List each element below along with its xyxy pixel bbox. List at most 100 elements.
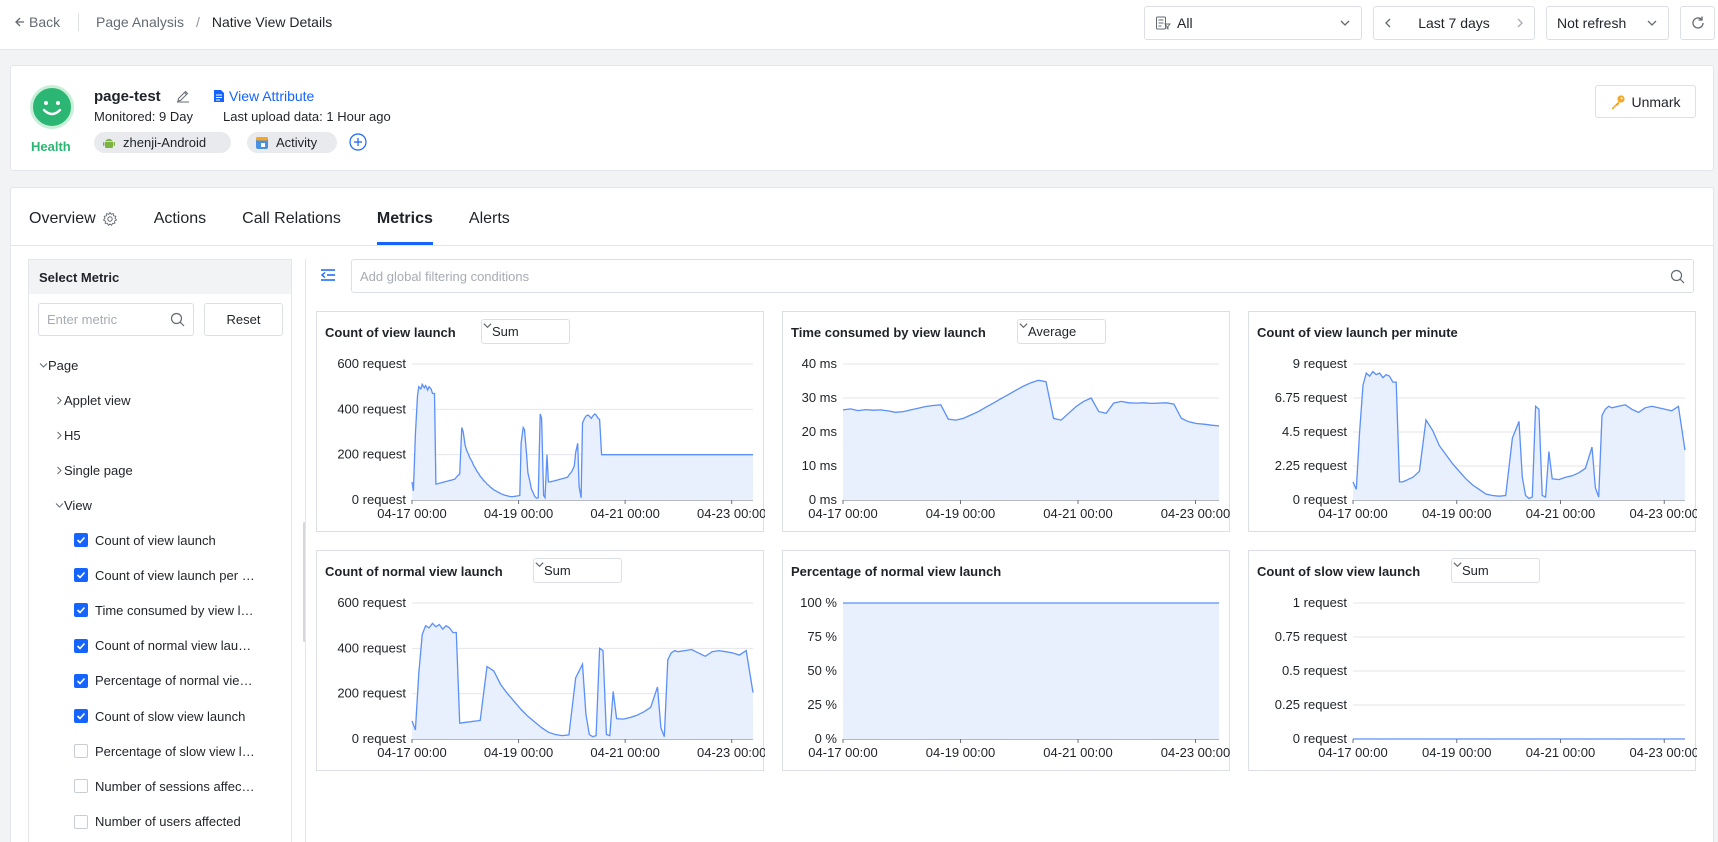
filter-list-icon <box>1156 16 1171 30</box>
reload-button[interactable] <box>1680 6 1715 40</box>
search-icon[interactable] <box>170 312 185 327</box>
view-attribute-label: View Attribute <box>229 88 315 104</box>
tree-node-page[interactable]: Page <box>39 355 78 375</box>
x-tick-label: 04-23 00:00 <box>1630 506 1697 521</box>
x-tick-label: 04-17 00:00 <box>808 745 877 760</box>
refresh-icon <box>1691 16 1704 29</box>
tab-call-relations[interactable]: Call Relations <box>242 210 341 240</box>
chevron-left-icon[interactable] <box>1382 17 1394 29</box>
metric-checkbox[interactable] <box>74 568 88 583</box>
metric-item-label: Count of normal view launch <box>95 638 257 654</box>
check-icon <box>76 536 86 544</box>
y-tick-label: 9 request <box>1293 356 1348 371</box>
metric-item[interactable]: Number of sessions affected <box>74 776 257 796</box>
tree-node-view[interactable]: View <box>55 495 92 515</box>
x-tick-label: 04-19 00:00 <box>1422 745 1491 760</box>
panel-divider <box>305 259 306 842</box>
reset-button[interactable]: Reset <box>204 303 283 336</box>
tab-actions[interactable]: Actions <box>154 210 206 240</box>
tree-node-applet-view[interactable]: Applet view <box>55 390 130 410</box>
metric-item[interactable]: Count of view launch per minute <box>74 565 257 585</box>
tab-bar: Overview Actions Call Relations Metrics … <box>29 210 546 245</box>
y-tick-label: 75 % <box>807 629 837 644</box>
breadcrumb-page-analysis[interactable]: Page Analysis <box>96 14 184 30</box>
metric-checkbox[interactable] <box>74 533 88 547</box>
unmark-button[interactable]: Unmark <box>1595 85 1696 118</box>
metric-checkbox[interactable] <box>74 709 88 723</box>
metric-item-label: Number of sessions affected <box>95 778 257 794</box>
tab-metrics[interactable]: Metrics <box>376 210 433 245</box>
chart-plot[interactable]: 600 request 400 request 200 request 0 reque… <box>317 312 765 533</box>
chevron-right-icon[interactable] <box>1514 17 1526 29</box>
y-tick-label: 600 request <box>337 356 406 371</box>
tab-call-relations-label: Call Relations <box>242 210 341 227</box>
tree-node-single-page[interactable]: Single page <box>55 460 133 480</box>
chart-plot[interactable]: 600 request 400 request 200 request 0 reque… <box>317 551 765 772</box>
series-area <box>412 623 753 739</box>
tree-node-h5[interactable]: H5 <box>55 425 81 445</box>
tag-android: zhenji-Android <box>94 132 231 153</box>
time-range-picker[interactable]: Last 7 days <box>1373 6 1535 40</box>
y-tick-label: 2.25 request <box>1275 458 1348 473</box>
metric-checkbox[interactable] <box>74 744 88 759</box>
x-tick-label: 04-23 00:00 <box>1161 506 1230 521</box>
x-tick-label: 04-23 00:00 <box>697 745 765 760</box>
metric-checkbox[interactable] <box>74 638 88 653</box>
x-tick-label: 04-17 00:00 <box>377 745 446 760</box>
breadcrumb-current: Native View Details <box>211 14 333 30</box>
tag-activity-label: Activity <box>276 135 318 150</box>
metric-item[interactable]: Count of normal view launch <box>74 636 257 656</box>
metric-item[interactable]: Percentage of slow view launch <box>74 741 257 761</box>
page-name: page-test <box>94 88 161 105</box>
environment-value: All <box>1177 15 1193 31</box>
chart-card-normal-view-launch-count: Count of normal view launch Sum 600 reques… <box>316 550 765 772</box>
metric-checkbox[interactable] <box>74 603 88 618</box>
tab-overview[interactable]: Overview <box>29 210 118 240</box>
back-button[interactable]: Back <box>13 14 60 30</box>
tab-divider <box>11 245 1713 246</box>
chart-plot[interactable]: 9 request 6.75 request 4.5 request 2.25 req… <box>1249 312 1697 533</box>
chart-plot[interactable]: 40 ms 30 ms 20 ms 10 ms 0 ms04-17 00:00 04-19… <box>783 312 1231 533</box>
y-tick-label: 0 % <box>815 731 838 746</box>
gear-icon[interactable] <box>102 211 118 227</box>
global-filter-bar[interactable] <box>351 259 1694 293</box>
chart-plot[interactable]: 100 % 75 % 50 % 25 % 0 %04-17 00:00 04-19 00:… <box>783 551 1231 772</box>
add-tag-icon[interactable] <box>349 133 367 151</box>
tree-node-label: H5 <box>64 427 81 443</box>
metric-checkbox[interactable] <box>74 673 88 688</box>
metric-search-input[interactable] <box>47 312 170 327</box>
chart-plot[interactable]: 1 request 0.75 request 0.5 request 0.25 req… <box>1249 551 1697 772</box>
edit-pencil-icon[interactable] <box>176 89 190 103</box>
y-tick-label: 0.5 request <box>1282 663 1347 678</box>
x-tick-label: 04-21 00:00 <box>590 745 659 760</box>
x-tick-label: 04-23 00:00 <box>697 506 765 521</box>
top-bar: Back Page Analysis / Native View Details… <box>0 0 1718 50</box>
metric-item[interactable]: Count of slow view launch <box>74 706 257 726</box>
metric-item[interactable]: Time consumed by view launch <box>74 600 257 620</box>
tab-alerts[interactable]: Alerts <box>469 210 510 240</box>
y-tick-label: 0 request <box>352 731 407 746</box>
chevron-right-icon <box>57 396 62 404</box>
view-attribute-link[interactable]: View Attribute <box>213 88 314 104</box>
metric-item[interactable]: Count of view launch <box>74 530 257 550</box>
metric-checkbox[interactable] <box>74 814 88 829</box>
chevron-down-icon <box>1340 20 1350 26</box>
monitored-duration: Monitored: 9 Day <box>94 109 193 124</box>
search-icon[interactable] <box>1670 269 1685 284</box>
divider <box>78 13 79 31</box>
y-tick-label: 0 request <box>1293 492 1348 507</box>
metric-item[interactable]: Percentage of normal view launch <box>74 671 257 691</box>
chart-card-view-launch-count: Count of view launch Sum 600 request 400 re… <box>316 311 765 533</box>
metric-item-label: Percentage of normal view launch <box>95 673 257 689</box>
global-filter-input[interactable] <box>360 268 1670 284</box>
metric-checkbox[interactable] <box>74 779 88 794</box>
metric-item-label: Count of view launch <box>95 532 216 548</box>
metric-item[interactable]: Number of users affected <box>74 812 257 832</box>
environment-select[interactable]: All <box>1144 6 1362 40</box>
health-status: Health <box>31 139 71 154</box>
tab-alerts-label: Alerts <box>468 210 510 227</box>
metric-search[interactable] <box>38 303 194 336</box>
collapse-panel-icon[interactable] <box>320 267 336 283</box>
refresh-interval-select[interactable]: Not refresh <box>1546 6 1669 40</box>
check-icon <box>76 607 86 615</box>
